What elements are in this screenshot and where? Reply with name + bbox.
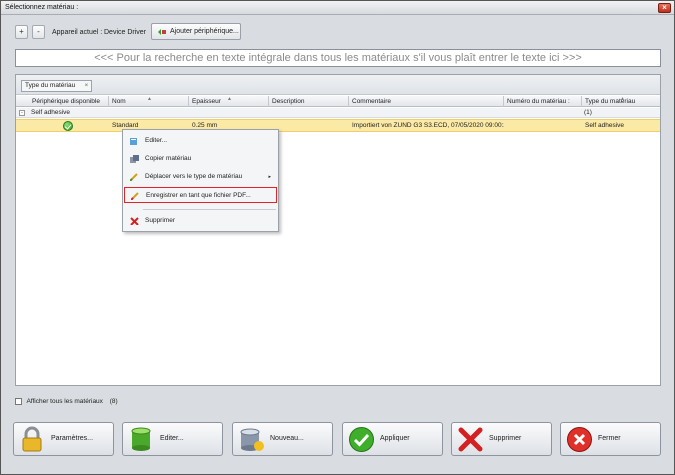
- add-device-button[interactable]: Ajouter périphérique...: [151, 23, 241, 40]
- cell-comment: Importiert von ZUND G3 S3.ECD, 07/05/202…: [352, 122, 504, 129]
- settings-button-label: Paramètres...: [51, 435, 94, 442]
- column-header-thickness[interactable]: Epaisseur ▲: [189, 96, 269, 107]
- column-header-material-number[interactable]: Numéro du matériau :: [504, 96, 582, 107]
- show-all-materials-checkbox[interactable]: Afficher tous les matériaux (8): [15, 398, 118, 405]
- column-header-description[interactable]: Description: [269, 96, 349, 107]
- column-header-material-type[interactable]: Type du matériau ▲: [582, 96, 660, 107]
- grid-header: Périphérique disponible Nom ▲ Epaisseur ▲ …: [16, 96, 660, 107]
- cell-material-type: Self adhesive: [585, 122, 625, 129]
- menu-item-edit[interactable]: Editer...: [124, 133, 277, 149]
- group-row-self-adhesive[interactable]: - Self adhesive (1): [16, 108, 660, 118]
- database-green-icon: [131, 427, 151, 451]
- column-header-material-type-label: Type du matériau: [585, 98, 636, 105]
- group-count: (1): [584, 109, 592, 116]
- new-button-label: Nouveau...: [270, 435, 304, 442]
- context-menu: Editer... Copier matériau Déplacer vers …: [122, 129, 279, 232]
- column-header-thickness-label: Epaisseur: [192, 98, 221, 105]
- delete-icon: [130, 217, 139, 225]
- current-device-value: Device Driver: [104, 29, 147, 36]
- new-button[interactable]: Nouveau...: [232, 422, 333, 456]
- menu-item-label: Copier matériau: [145, 155, 192, 162]
- title-bar: Sélectionnez matériau : ×: [1, 1, 674, 15]
- group-by-panel: Type du matériau ×: [16, 75, 660, 95]
- cell-material-number: [504, 120, 582, 132]
- fulltext-search-input[interactable]: <<< Pour la recherche en texte intégrale…: [15, 49, 661, 67]
- collapse-all-button[interactable]: -: [32, 25, 45, 39]
- check-circle-icon: [349, 427, 374, 452]
- sort-ascending-icon: ▲: [147, 96, 152, 102]
- copy-icon: [130, 155, 139, 163]
- sort-ascending-icon: ▲: [620, 96, 625, 102]
- submenu-arrow-icon: ▸: [268, 174, 271, 180]
- delete-button[interactable]: Supprimer: [451, 422, 552, 456]
- lock-icon: [22, 426, 42, 452]
- group-collapse-icon[interactable]: -: [19, 110, 25, 116]
- settings-button[interactable]: Paramètres...: [13, 422, 114, 456]
- column-header-name-label: Nom: [112, 98, 126, 105]
- database-new-icon: [240, 428, 264, 451]
- materials-grid: Type du matériau × Périphérique disponib…: [15, 74, 661, 386]
- checkbox-box[interactable]: [15, 398, 22, 405]
- add-device-icon: [158, 29, 166, 35]
- apply-button[interactable]: Appliquer: [342, 422, 443, 456]
- menu-separator: [143, 209, 276, 210]
- close-circle-icon: [567, 427, 592, 452]
- menu-item-label: Enregistrer en tant que fichier PDF...: [146, 192, 251, 199]
- select-material-window: Sélectionnez matériau : × + - Appareil a…: [0, 0, 675, 475]
- column-header-device-available[interactable]: Périphérique disponible: [29, 96, 109, 107]
- pdf-icon: [131, 192, 139, 200]
- close-button[interactable]: Fermer: [560, 422, 661, 456]
- apply-button-label: Appliquer: [380, 435, 410, 442]
- show-all-count: (8): [109, 398, 118, 406]
- edit-button[interactable]: Editer...: [122, 422, 223, 456]
- column-header-name[interactable]: Nom ▲: [109, 96, 189, 107]
- expand-all-button[interactable]: +: [15, 25, 28, 39]
- menu-item-label: Editer...: [145, 137, 168, 144]
- menu-item-copy-material[interactable]: Copier matériau: [124, 151, 277, 167]
- table-row[interactable]: Standard 0.25 mm Importiert von ZUND G3 …: [16, 119, 660, 132]
- cell-description: [269, 120, 349, 132]
- menu-item-move-to-material-type[interactable]: Déplacer vers le type de matériau ▸: [124, 169, 277, 185]
- column-header-comment[interactable]: Commentaire: [349, 96, 504, 107]
- menu-item-label: Déplacer vers le type de matériau: [145, 173, 243, 180]
- menu-item-label: Supprimer: [145, 217, 175, 224]
- menu-item-delete[interactable]: Supprimer: [124, 213, 277, 229]
- group-chip-label: Type du matériau: [25, 82, 76, 89]
- add-device-label: Ajouter périphérique...: [170, 28, 239, 35]
- delete-x-icon: [458, 427, 483, 452]
- move-icon: [130, 173, 138, 181]
- edit-icon: [130, 138, 137, 145]
- device-available-check-icon: [63, 121, 73, 131]
- window-title: Sélectionnez matériau :: [5, 4, 79, 11]
- group-chip-material-type[interactable]: Type du matériau ×: [21, 80, 93, 92]
- close-button-label: Fermer: [598, 435, 621, 442]
- close-window-button[interactable]: ×: [658, 3, 671, 13]
- delete-button-label: Supprimer: [489, 435, 522, 442]
- edit-button-label: Editer...: [160, 435, 184, 442]
- current-device-label: Appareil actuel :: [52, 29, 103, 36]
- group-name: Self adhesive: [31, 109, 71, 116]
- group-chip-remove-icon[interactable]: ×: [84, 81, 88, 91]
- show-all-label: Afficher tous les matériaux: [26, 398, 103, 406]
- sort-ascending-icon: ▲: [227, 96, 232, 102]
- menu-item-save-as-pdf[interactable]: Enregistrer en tant que fichier PDF...: [124, 187, 277, 203]
